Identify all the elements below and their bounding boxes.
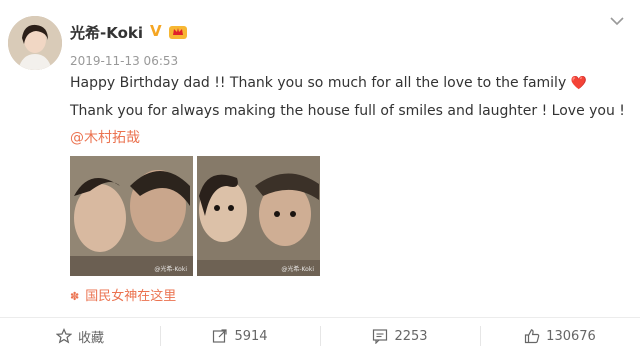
post-text-line-2: Thank you for always making the house fu… xyxy=(70,103,625,119)
verified-badge-icon: V xyxy=(150,22,162,40)
star-icon xyxy=(55,328,72,344)
image-watermark: @光希-Koki xyxy=(281,266,314,273)
like-count: 130676 xyxy=(546,328,596,344)
post-image-2[interactable]: @光希-Koki xyxy=(197,156,320,276)
action-bar: 收藏 5914 2253 130676 xyxy=(0,317,640,354)
comment-button[interactable]: 2253 xyxy=(320,318,480,354)
image-watermark: @光希-Koki xyxy=(154,266,187,273)
collect-button[interactable]: 收藏 xyxy=(0,318,160,354)
collect-label: 收藏 xyxy=(77,330,104,346)
location-flower-icon: ✽ xyxy=(70,290,80,303)
comment-count: 2253 xyxy=(394,328,428,344)
weibo-post-card: 光希-Koki V 2019-11-13 06:53 Happy Birthda… xyxy=(0,0,640,353)
like-button[interactable]: 130676 xyxy=(480,318,640,354)
avatar[interactable] xyxy=(8,16,62,70)
comment-icon xyxy=(373,329,388,344)
post-text-line-1-text: Happy Birthday dad !! Thank you so much … xyxy=(70,75,567,91)
share-icon xyxy=(213,329,228,343)
username[interactable]: 光希-Koki xyxy=(70,22,143,43)
thumbs-up-icon xyxy=(525,329,540,344)
mention-link[interactable]: @木村拓哉 xyxy=(70,127,140,147)
heart-emoji-icon: ❤️ xyxy=(570,76,587,91)
repost-button[interactable]: 5914 xyxy=(160,318,320,354)
post-timestamp[interactable]: 2019-11-13 06:53 xyxy=(70,54,178,68)
location-tag[interactable]: ✽ 国民女神在这里 xyxy=(70,285,176,304)
member-crown-icon xyxy=(169,26,187,39)
post-text-line-1: Happy Birthday dad !! Thank you so much … xyxy=(70,75,587,91)
post-image-1[interactable]: @光希-Koki xyxy=(70,156,193,276)
chevron-down-icon[interactable] xyxy=(608,14,626,28)
location-label: 国民女神在这里 xyxy=(85,289,177,304)
repost-count: 5914 xyxy=(234,328,268,344)
